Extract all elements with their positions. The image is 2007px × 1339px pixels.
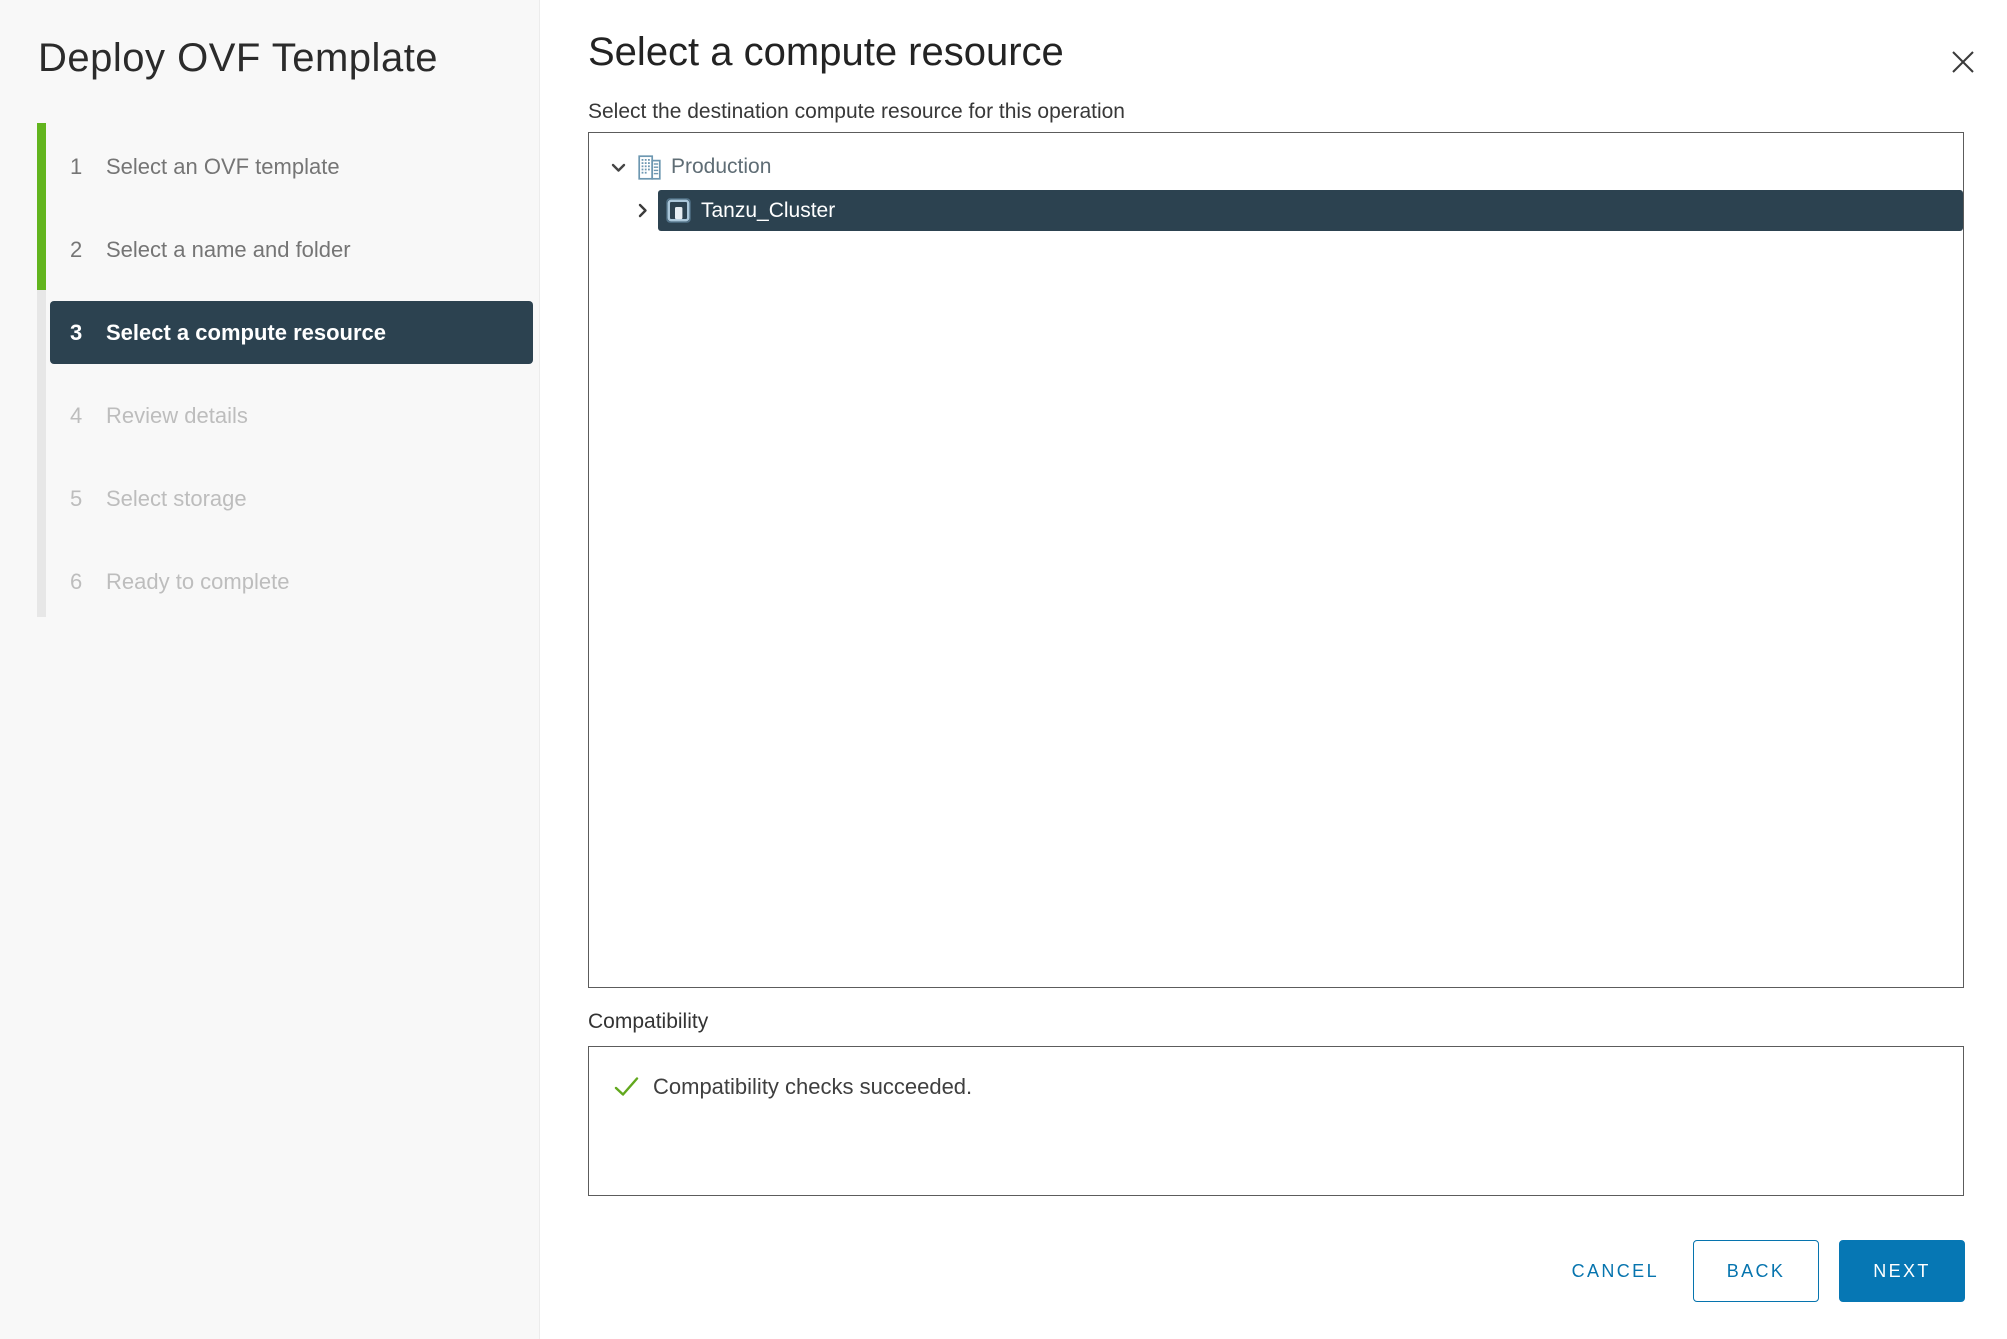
step-select-storage: 5 Select storage bbox=[0, 457, 540, 540]
cluster-icon bbox=[665, 197, 692, 224]
compatibility-message: Compatibility checks succeeded. bbox=[653, 1074, 972, 1100]
step-label: Review details bbox=[106, 403, 248, 429]
datacenter-icon bbox=[636, 154, 663, 181]
wizard-steps: 1 Select an OVF template 2 Select a name… bbox=[0, 125, 540, 623]
step-ready-to-complete: 6 Ready to complete bbox=[0, 540, 540, 623]
compute-resource-tree: Production Tanzu_Clu bbox=[588, 132, 1964, 988]
tree-item-label: Tanzu_Cluster bbox=[701, 199, 835, 223]
page-title: Select a compute resource bbox=[588, 30, 1064, 75]
tree-row-production[interactable]: Production bbox=[589, 147, 1963, 187]
cancel-button[interactable]: CANCEL bbox=[1558, 1240, 1673, 1302]
wizard-content: Select a compute resource Select the des… bbox=[540, 0, 2007, 1339]
step-number: 6 bbox=[70, 569, 94, 595]
step-number: 1 bbox=[70, 154, 94, 180]
page-subtitle: Select the destination compute resource … bbox=[588, 100, 1125, 124]
chevron-right-icon[interactable] bbox=[633, 201, 652, 220]
deploy-ovf-wizard: Deploy OVF Template 1 Select an OVF temp… bbox=[0, 0, 2007, 1339]
step-review-details: 4 Review details bbox=[0, 374, 540, 457]
tree-item-label: Production bbox=[671, 155, 771, 179]
close-button[interactable] bbox=[1946, 45, 1980, 79]
wizard-title: Deploy OVF Template bbox=[38, 36, 438, 81]
step-label: Select an OVF template bbox=[106, 154, 340, 180]
step-select-ovf-template[interactable]: 1 Select an OVF template bbox=[0, 125, 540, 208]
step-label: Select storage bbox=[106, 486, 247, 512]
step-label: Select a name and folder bbox=[106, 237, 351, 263]
tree-row-tanzu-cluster[interactable]: Tanzu_Cluster bbox=[658, 190, 1963, 231]
compatibility-status-row: Compatibility checks succeeded. bbox=[613, 1073, 1963, 1100]
step-number: 3 bbox=[70, 320, 94, 346]
next-button[interactable]: NEXT bbox=[1839, 1240, 1965, 1302]
chevron-down-icon[interactable] bbox=[609, 158, 628, 177]
wizard-sidebar: Deploy OVF Template 1 Select an OVF temp… bbox=[0, 0, 540, 1339]
step-label: Ready to complete bbox=[106, 569, 289, 595]
close-icon bbox=[1946, 45, 1980, 79]
compatibility-label: Compatibility bbox=[588, 1010, 708, 1034]
step-select-compute-resource[interactable]: 3 Select a compute resource bbox=[50, 301, 533, 364]
check-icon bbox=[613, 1073, 640, 1100]
step-number: 4 bbox=[70, 403, 94, 429]
step-number: 2 bbox=[70, 237, 94, 263]
tree-row-cluster-wrap: Tanzu_Cluster bbox=[589, 190, 1963, 231]
back-button[interactable]: BACK bbox=[1693, 1240, 1819, 1302]
compatibility-panel: Compatibility checks succeeded. bbox=[588, 1046, 1964, 1196]
step-select-name-folder[interactable]: 2 Select a name and folder bbox=[0, 208, 540, 291]
wizard-actions: CANCEL BACK NEXT bbox=[1558, 1240, 1965, 1302]
step-number: 5 bbox=[70, 486, 94, 512]
step-label: Select a compute resource bbox=[106, 320, 386, 346]
